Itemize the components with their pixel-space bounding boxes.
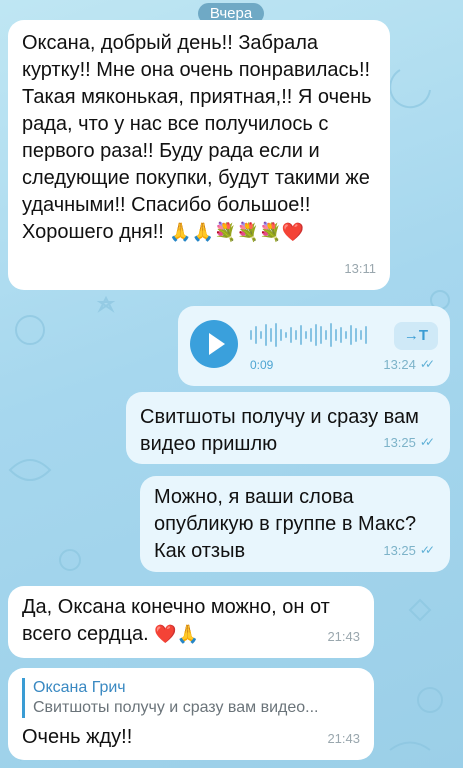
message-bubble-incoming[interactable]: Оксана, добрый день!! Забрала куртку!! М…: [8, 20, 390, 290]
voice-duration: 0:09: [250, 358, 274, 372]
double-check-icon: ✓✓: [419, 357, 435, 371]
reply-author: Оксана Грич: [33, 679, 126, 696]
time-label: 21:43: [327, 629, 360, 644]
time-label: 13:24: [383, 357, 416, 372]
time-label: 13:25: [383, 435, 416, 450]
message-bubble-incoming[interactable]: Да, Оксана конечно можно, он от всего се…: [8, 586, 374, 658]
message-text: Оксана, добрый день!! Забрала куртку!! М…: [22, 32, 372, 243]
message-time: 13:24 ✓✓: [383, 351, 436, 378]
time-label: 13:11: [344, 261, 376, 276]
double-check-icon: ✓✓: [419, 543, 435, 557]
message-time: 21:43: [327, 725, 360, 752]
message-bubble-outgoing[interactable]: Свитшоты получу и сразу вам видео пришлю…: [126, 392, 450, 464]
message-text: Свитшоты получу и сразу вам видео пришлю: [140, 406, 419, 455]
time-label: 13:25: [383, 543, 416, 558]
double-check-icon: ✓✓: [419, 435, 435, 449]
transcribe-button[interactable]: →T: [394, 322, 438, 350]
message-bubble-incoming-reply[interactable]: Оксана Грич Свитшоты получу и сразу вам …: [8, 668, 374, 760]
emoji-reactions: 🙏🙏💐💐💐: [169, 222, 282, 242]
voice-message-bubble[interactable]: 0:09 →T 13:24 ✓✓: [178, 306, 450, 386]
message-time: 13:25 ✓✓: [383, 429, 436, 456]
message-time: 21:43: [327, 623, 360, 650]
message-text: Можно, я ваши слова опубликую в группе в…: [154, 486, 417, 562]
time-label: 21:43: [327, 731, 360, 746]
heart-icon: ❤️: [281, 222, 304, 242]
reply-quote[interactable]: Оксана Грич Свитшоты получу и сразу вам …: [22, 678, 360, 718]
message-bubble-outgoing[interactable]: Можно, я ваши слова опубликую в группе в…: [140, 476, 450, 572]
voice-waveform[interactable]: [250, 322, 367, 348]
heart-icon: ❤️: [154, 624, 177, 644]
play-icon[interactable]: [190, 320, 238, 368]
message-text: Очень жду!!: [22, 726, 133, 748]
reply-snippet: Свитшоты получу и сразу вам видео...: [33, 699, 319, 716]
message-time: 13:25 ✓✓: [383, 537, 436, 564]
message-time: 13:11: [344, 255, 376, 282]
pray-emoji-icon: 🙏: [176, 624, 200, 644]
